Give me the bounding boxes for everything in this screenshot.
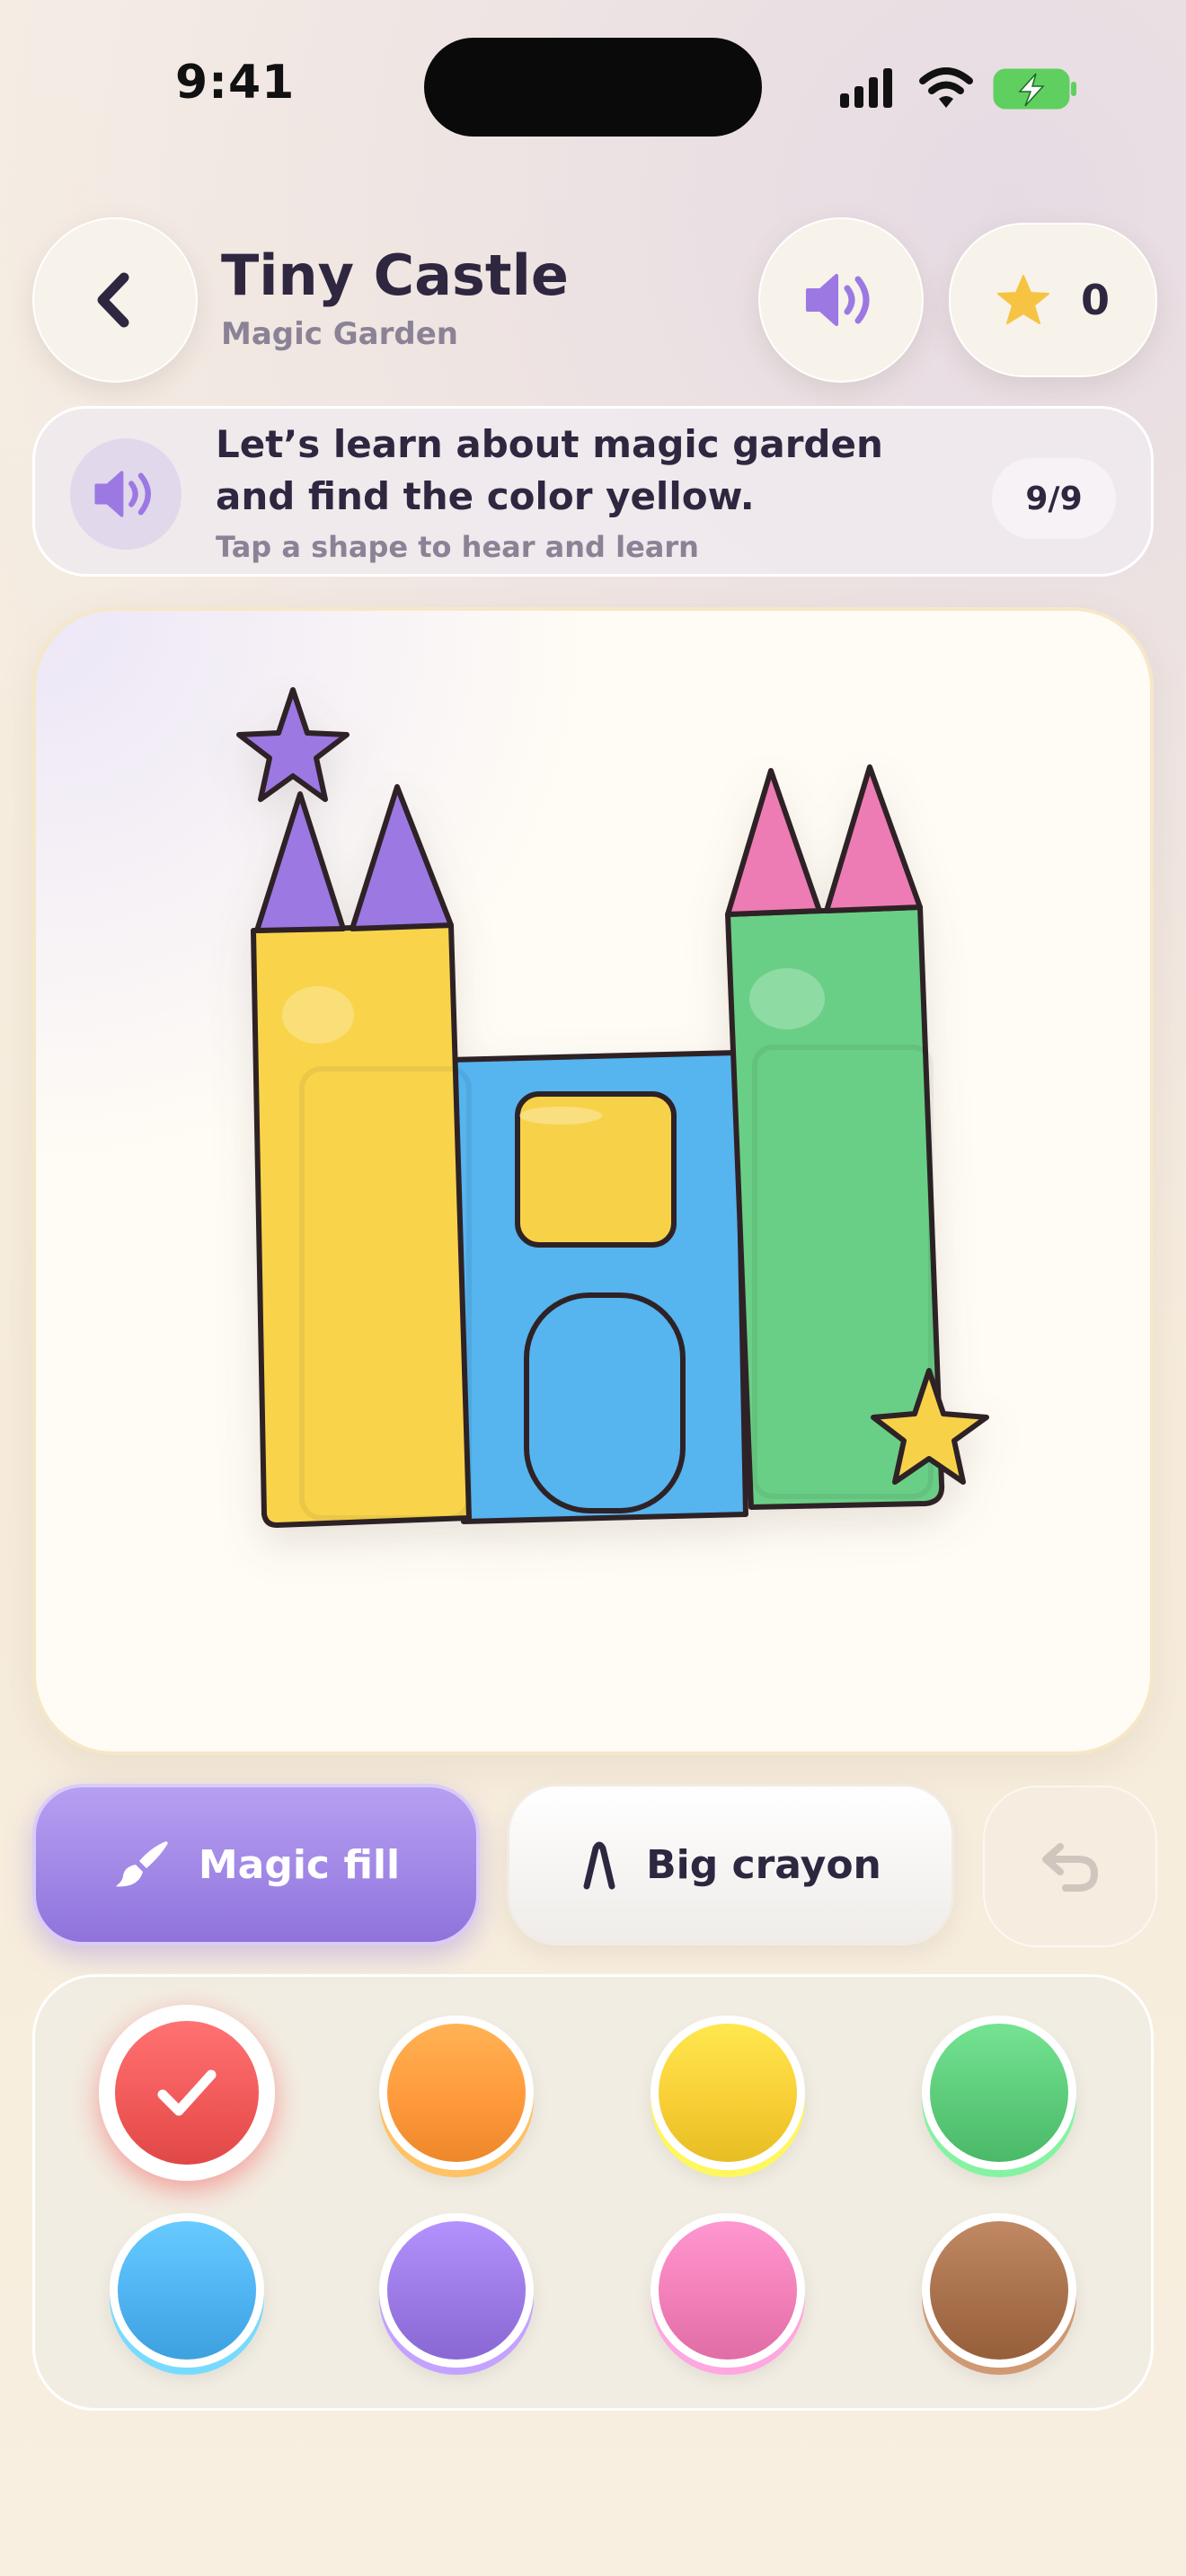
coloring-canvas[interactable]	[32, 607, 1154, 1755]
progress-badge: 9/9	[992, 458, 1116, 539]
color-swatch-purple[interactable]	[379, 2213, 534, 2368]
instruction-text-line1: Let’s learn about magic garden	[216, 422, 883, 466]
color-swatch-brown[interactable]	[922, 2213, 1076, 2368]
page-title: Tiny Castle	[221, 243, 569, 308]
chevron-left-icon	[97, 272, 129, 328]
battery-icon	[993, 68, 1076, 110]
stars-count: 0	[1080, 276, 1110, 324]
checkmark-icon	[157, 2069, 217, 2116]
castle-left-roof-1[interactable]	[254, 791, 346, 933]
speaker-icon	[806, 274, 870, 326]
speaker-icon	[94, 471, 151, 517]
back-button[interactable]	[32, 217, 198, 383]
castle-right-roof-1[interactable]	[725, 768, 822, 917]
instruction-text-line2: and find the color yellow.	[216, 474, 755, 518]
color-swatch-blue[interactable]	[110, 2213, 264, 2368]
color-swatch-green[interactable]	[922, 2016, 1076, 2170]
color-swatch-orange[interactable]	[379, 2016, 534, 2170]
castle-left-roof-2[interactable]	[350, 784, 454, 931]
paintbrush-icon	[115, 1841, 168, 1887]
wifi-icon	[919, 67, 973, 108]
highlight	[282, 986, 354, 1044]
sound-button[interactable]	[758, 217, 924, 383]
crayon-icon	[583, 1841, 615, 1890]
undo-button[interactable]	[983, 1786, 1157, 1947]
magic-fill-label: Magic fill	[198, 1841, 401, 1888]
color-swatch-yellow[interactable]	[651, 2016, 805, 2170]
instruction-hint: Tap a shape to hear and learn	[216, 530, 699, 564]
page-subtitle: Magic Garden	[221, 316, 458, 352]
stars-counter[interactable]: 0	[949, 223, 1157, 377]
star-icon	[996, 275, 1049, 324]
status-icons	[840, 67, 1076, 110]
instruction-sound-button[interactable]	[70, 438, 181, 550]
signal-icon	[840, 68, 892, 108]
color-swatch-red[interactable]	[99, 2005, 275, 2181]
big-crayon-button[interactable]: Big crayon	[507, 1784, 954, 1945]
highlight	[519, 1107, 602, 1125]
castle-right-roof-2[interactable]	[824, 764, 923, 913]
undo-icon	[1042, 1843, 1099, 1892]
highlight	[749, 968, 825, 1029]
color-swatch-pink[interactable]	[651, 2213, 805, 2368]
dynamic-island	[424, 38, 762, 137]
star-decoration-left[interactable]	[236, 687, 350, 802]
magic-fill-button[interactable]: Magic fill	[32, 1784, 480, 1945]
big-crayon-label: Big crayon	[646, 1841, 881, 1888]
status-time: 9:41	[175, 56, 296, 110]
castle-drawing	[236, 687, 989, 1528]
castle-door[interactable]	[524, 1292, 686, 1513]
